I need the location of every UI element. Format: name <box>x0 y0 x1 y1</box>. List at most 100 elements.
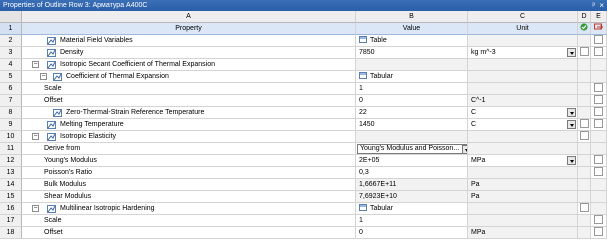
unit-dropdown-button[interactable] <box>567 108 576 117</box>
parameter-link-icon[interactable] <box>594 23 604 31</box>
parameter-checkbox[interactable] <box>594 167 603 177</box>
table-row[interactable]: 5 − Coefficient of Thermal Expansion Tab… <box>0 71 607 83</box>
property-label: Shear Modulus <box>44 193 92 200</box>
column-letter-row: A B C D E <box>0 11 607 23</box>
table-row[interactable]: 14 Bulk Modulus 1,6667E+11 Pa <box>0 179 607 191</box>
table-row[interactable]: 12 Young's Modulus 2E+05 MPa <box>0 155 607 167</box>
column-letter-c[interactable]: C <box>468 11 578 23</box>
property-icon <box>47 205 56 213</box>
unit-cell <box>468 71 578 83</box>
collapse-icon[interactable]: − <box>32 133 39 140</box>
column-letter-a[interactable]: A <box>22 11 356 23</box>
row-number: 2 <box>0 35 22 47</box>
property-label: Poisson's Ratio <box>44 169 93 176</box>
value-cell[interactable]: 22 <box>356 107 468 119</box>
property-icon <box>47 61 56 69</box>
value-cell[interactable]: 1450 <box>356 119 468 131</box>
parameter-checkbox[interactable] <box>594 47 603 57</box>
window-title-bar: Properties of Outline Row 3: Арматура А4… <box>0 0 607 11</box>
parameter-checkbox[interactable] <box>594 35 603 45</box>
table-icon <box>359 204 367 212</box>
value-cell[interactable]: 0,3 <box>356 167 468 179</box>
table-icon <box>359 72 367 80</box>
check-checkbox[interactable] <box>579 131 589 141</box>
checkbox-d-cell <box>578 35 591 47</box>
unit-dropdown-button[interactable] <box>567 120 576 129</box>
parameter-checkbox[interactable] <box>594 227 603 237</box>
unit-text: C <box>471 121 477 128</box>
table-row[interactable]: 4 − Isotropic Secant Coefficient of Ther… <box>0 59 607 71</box>
header-property[interactable]: Property <box>22 23 356 35</box>
value-cell[interactable]: 0 <box>356 95 468 107</box>
table-row[interactable]: 18 Offset 0 MPa <box>0 227 607 239</box>
window-title: Properties of Outline Row 3: Арматура А4… <box>3 2 148 9</box>
row-number: 8 <box>0 107 22 119</box>
table-row[interactable]: 2 Material Field Variables Table <box>0 35 607 47</box>
parameter-checkbox[interactable] <box>594 155 603 165</box>
check-checkbox[interactable] <box>579 203 589 213</box>
table-row[interactable]: 10 − Isotropic Elasticity <box>0 131 607 143</box>
value-cell[interactable]: 2E+05 <box>356 155 468 167</box>
collapse-icon[interactable]: − <box>32 205 39 212</box>
green-check-icon[interactable] <box>580 23 588 31</box>
table-row[interactable]: 13 Poisson's Ratio 0,3 <box>0 167 607 179</box>
table-row[interactable]: 17 Scale 1 <box>0 215 607 227</box>
unit-dropdown-button[interactable] <box>567 156 576 165</box>
value-cell[interactable]: 1 <box>356 83 468 95</box>
parameter-checkbox[interactable] <box>594 119 603 129</box>
row-number: 5 <box>0 71 22 83</box>
property-icon <box>47 37 56 45</box>
table-row[interactable]: 15 Shear Modulus 7,6923E+10 Pa <box>0 191 607 203</box>
close-icon[interactable]: × <box>599 0 604 11</box>
value-text: Tabular <box>370 205 393 212</box>
check-checkbox[interactable] <box>579 119 589 129</box>
table-row[interactable]: 16 − Multilinear Isotropic Hardening Tab… <box>0 203 607 215</box>
parameter-checkbox[interactable] <box>594 83 603 93</box>
header-value[interactable]: Value <box>356 23 468 35</box>
unit-dropdown-button[interactable] <box>567 48 576 57</box>
value-cell[interactable]: 1 <box>356 215 468 227</box>
unit-cell: Pa <box>468 179 578 191</box>
corner-cell <box>0 11 22 23</box>
property-label: Offset <box>44 229 63 236</box>
check-checkbox[interactable] <box>579 47 589 57</box>
table-row[interactable]: 9 Melting Temperature 1450 C <box>0 119 607 131</box>
derive-from-dropdown[interactable]: Young's Modulus and Poisson... <box>357 144 467 154</box>
header-d[interactable] <box>578 23 591 35</box>
unit-cell <box>468 35 578 47</box>
value-cell[interactable]: 7850 <box>356 47 468 59</box>
table-row[interactable]: 8 Zero-Thermal-Strain Reference Temperat… <box>0 107 607 119</box>
column-letter-e[interactable]: E <box>591 11 607 23</box>
property-label: Offset <box>44 97 63 104</box>
value-cell[interactable]: 0 <box>356 227 468 239</box>
unit-cell <box>468 167 578 179</box>
unit-cell <box>468 215 578 227</box>
parameter-checkbox[interactable] <box>594 107 603 117</box>
unit-text: MPa <box>471 157 486 164</box>
header-e[interactable] <box>591 23 607 35</box>
table-row[interactable]: 11 Derive from Young's Modulus and Poiss… <box>0 143 607 155</box>
property-label: Density <box>60 49 84 56</box>
row-number: 3 <box>0 47 22 59</box>
property-label: Material Field Variables <box>60 37 133 44</box>
table-row[interactable]: 7 Offset 0 C^-1 <box>0 95 607 107</box>
parameter-checkbox[interactable] <box>594 215 603 225</box>
property-label: Bulk Modulus <box>44 181 87 188</box>
unit-cell <box>468 203 578 215</box>
pin-icon[interactable]: ᵖ <box>592 0 595 11</box>
row-number: 11 <box>0 143 22 155</box>
value-cell <box>356 59 468 71</box>
property-label: Isotropic Secant Coefficient of Thermal … <box>60 61 215 68</box>
column-letter-d[interactable]: D <box>578 11 591 23</box>
column-letter-b[interactable]: B <box>356 11 468 23</box>
collapse-icon[interactable]: − <box>32 61 39 68</box>
row-number: 9 <box>0 119 22 131</box>
collapse-icon[interactable]: − <box>40 73 47 80</box>
parameter-checkbox[interactable] <box>594 95 603 105</box>
property-label: Melting Temperature <box>60 121 124 128</box>
row-number: 7 <box>0 95 22 107</box>
table-row[interactable]: 3 Density 7850 kg m^-3 <box>0 47 607 59</box>
table-row[interactable]: 6 Scale 1 <box>0 83 607 95</box>
row-number: 18 <box>0 227 22 239</box>
header-unit[interactable]: Unit <box>468 23 578 35</box>
